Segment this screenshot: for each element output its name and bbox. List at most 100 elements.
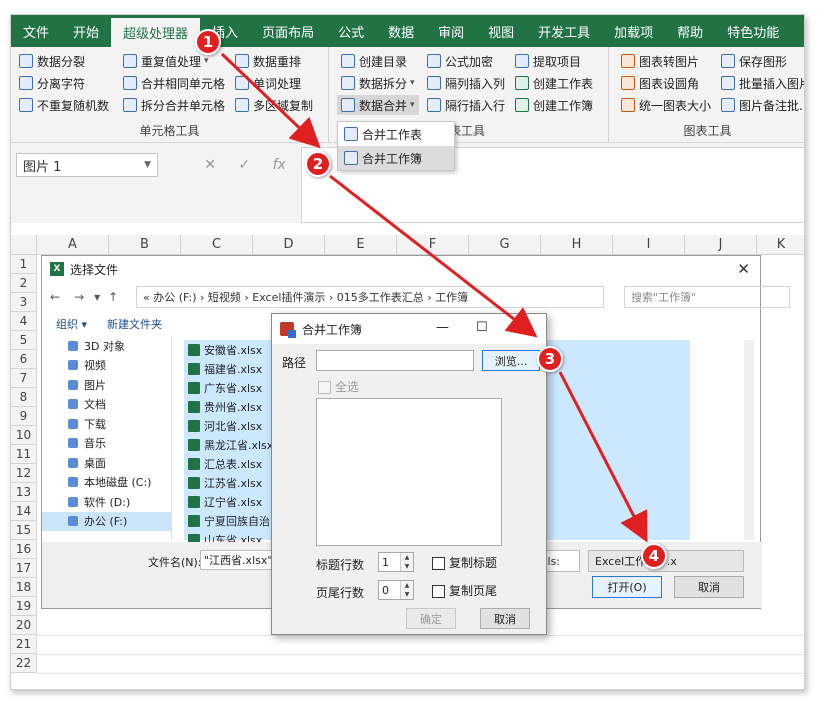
sidebar-item-drive-d[interactable]: 软件 (D:) <box>42 492 171 512</box>
row-header[interactable]: 22 <box>11 654 37 673</box>
chart-to-image-button[interactable]: 图表转图片 <box>621 51 699 71</box>
new-folder-button[interactable]: 新建文件夹 <box>107 316 162 332</box>
tab-formulas[interactable]: 公式 <box>326 15 376 47</box>
row-header[interactable]: 1 <box>11 255 37 274</box>
create-sheet-button[interactable]: 创建工作表 <box>515 73 593 93</box>
row-header[interactable]: 11 <box>11 445 37 464</box>
unify-chart-size-button[interactable]: 统一图表大小 <box>621 95 711 115</box>
data-rearrange-button[interactable]: 数据重排 <box>235 51 301 71</box>
column-header-a[interactable]: A <box>37 235 109 255</box>
insert-alt-rows-button[interactable]: 隔行插入行 <box>427 95 505 115</box>
sidebar-item-videos[interactable]: 视频 <box>42 356 171 376</box>
save-shape-button[interactable]: 保存图形 <box>721 51 787 71</box>
row-header[interactable]: 16 <box>11 540 37 559</box>
maximize-icon[interactable]: ☐ <box>476 320 488 335</box>
organize-button[interactable]: 组织 ▾ <box>56 316 87 332</box>
row-header[interactable]: 12 <box>11 464 37 483</box>
sidebar-item-drive-f[interactable]: 办公 (F:) <box>42 511 171 531</box>
select-all-corner[interactable] <box>11 235 37 255</box>
fx-icon[interactable]: fx <box>273 157 286 173</box>
copy-footer-checkbox[interactable]: 复制页尾 <box>432 582 497 599</box>
file-list-scrollbar[interactable] <box>744 340 754 540</box>
chevron-down-icon[interactable]: ▾ <box>94 290 100 304</box>
spinner-arrows-icon[interactable]: ▲ ▼ <box>400 553 413 571</box>
row-header[interactable]: 21 <box>11 635 37 654</box>
sidebar-item-pictures[interactable]: 图片 <box>42 375 171 395</box>
file-cancel-button[interactable]: 取消 <box>674 576 744 598</box>
column-header-c[interactable]: C <box>181 235 253 255</box>
separate-chars-button[interactable]: 分离字符 <box>19 73 85 93</box>
sidebar-item-music[interactable]: 音乐 <box>42 434 171 454</box>
data-split-sheet-button[interactable]: 数据拆分 ▾ <box>341 73 415 93</box>
header-rows-stepper[interactable]: 1 ▲ ▼ <box>378 552 414 572</box>
tab-review[interactable]: 审阅 <box>426 15 476 47</box>
close-icon[interactable]: ✕ <box>737 260 750 278</box>
cancel-icon[interactable]: ✕ <box>204 157 216 173</box>
multi-area-copy-button[interactable]: 多区域复制 <box>235 95 313 115</box>
row-header[interactable]: 19 <box>11 597 37 616</box>
open-button[interactable]: 打开(O) <box>592 576 662 598</box>
row-header[interactable]: 18 <box>11 578 37 597</box>
copy-header-checkbox[interactable]: 复制标题 <box>432 554 497 571</box>
row-header[interactable]: 10 <box>11 426 37 445</box>
extract-items-button[interactable]: 提取项目 <box>515 51 581 71</box>
duplicate-handling-button[interactable]: 重复值处理 ▾ <box>123 51 209 71</box>
sidebar-item-3d-objects[interactable]: 3D 对象 <box>42 336 171 356</box>
row-header[interactable]: 17 <box>11 559 37 578</box>
formula-encrypt-button[interactable]: 公式加密 <box>427 51 493 71</box>
column-header-d[interactable]: D <box>253 235 325 255</box>
insert-alt-columns-button[interactable]: 隔列插入列 <box>427 73 505 93</box>
word-process-button[interactable]: 单词处理 <box>235 73 301 93</box>
row-header[interactable]: 15 <box>11 521 37 540</box>
tab-help[interactable]: 帮助 <box>665 15 715 47</box>
close-icon[interactable]: ✕ <box>520 320 531 335</box>
enter-icon[interactable]: ✓ <box>238 157 250 173</box>
tab-super-processor[interactable]: 超级处理器 <box>111 18 201 47</box>
tab-data[interactable]: 数据 <box>376 15 426 47</box>
create-toc-button[interactable]: 创建目录 <box>341 51 407 71</box>
image-note-button[interactable]: 图片备注批... <box>721 95 804 115</box>
search-input[interactable]: 搜索"工作簿" <box>624 286 790 308</box>
merge-cancel-button[interactable]: 取消 <box>480 608 530 629</box>
tab-developer[interactable]: 开发工具 <box>526 15 602 47</box>
column-header-i[interactable]: I <box>613 235 685 255</box>
sidebar-item-desktop[interactable]: 桌面 <box>42 453 171 473</box>
column-header-j[interactable]: J <box>685 235 757 255</box>
row-header[interactable]: 20 <box>11 616 37 635</box>
row-header[interactable]: 9 <box>11 407 37 426</box>
sidebar-item-downloads[interactable]: 下载 <box>42 414 171 434</box>
column-header-f[interactable]: F <box>397 235 469 255</box>
spinner-arrows-icon[interactable]: ▲ ▼ <box>400 581 413 599</box>
row-header[interactable]: 6 <box>11 350 37 369</box>
tab-addins[interactable]: 加载项 <box>602 15 665 47</box>
sidebar-item-drive-c[interactable]: 本地磁盘 (C:) <box>42 473 171 493</box>
chart-round-corner-button[interactable]: 图表设圆角 <box>621 73 699 93</box>
tab-special[interactable]: 特色功能 <box>715 15 791 47</box>
tab-home[interactable]: 开始 <box>61 15 111 47</box>
tab-page-layout[interactable]: 页面布局 <box>250 15 326 47</box>
back-arrow-icon[interactable]: ← <box>50 290 60 304</box>
row-header[interactable]: 7 <box>11 369 37 388</box>
ok-button[interactable]: 确定 <box>406 608 456 629</box>
minimize-icon[interactable]: — <box>436 320 449 335</box>
sidebar-item-documents[interactable]: 文档 <box>42 395 171 415</box>
row-header[interactable]: 14 <box>11 502 37 521</box>
row-header[interactable]: 3 <box>11 293 37 312</box>
data-merge-button[interactable]: 数据合并 ▾ <box>337 95 419 115</box>
row-header[interactable]: 4 <box>11 312 37 331</box>
merge-same-cells-button[interactable]: 合并相同单元格 <box>123 73 225 93</box>
merge-sheets-item[interactable]: 合并工作表 <box>338 122 454 146</box>
row-header[interactable]: 2 <box>11 274 37 293</box>
tab-view[interactable]: 视图 <box>476 15 526 47</box>
path-input[interactable] <box>316 350 474 371</box>
sheet-list-box[interactable] <box>316 398 502 546</box>
row-header[interactable]: 13 <box>11 483 37 502</box>
batch-insert-image-button[interactable]: 批量插入图片 <box>721 73 804 93</box>
row-header[interactable]: 5 <box>11 331 37 350</box>
merge-workbooks-item[interactable]: 合并工作簿 <box>338 146 454 170</box>
unique-random-button[interactable]: 不重复随机数 <box>19 95 109 115</box>
split-merge-cells-button[interactable]: 拆分合并单元格 <box>123 95 225 115</box>
select-all-checkbox[interactable]: 全选 <box>318 378 359 395</box>
up-arrow-icon[interactable]: ↑ <box>108 290 118 304</box>
tab-file[interactable]: 文件 <box>11 15 61 47</box>
